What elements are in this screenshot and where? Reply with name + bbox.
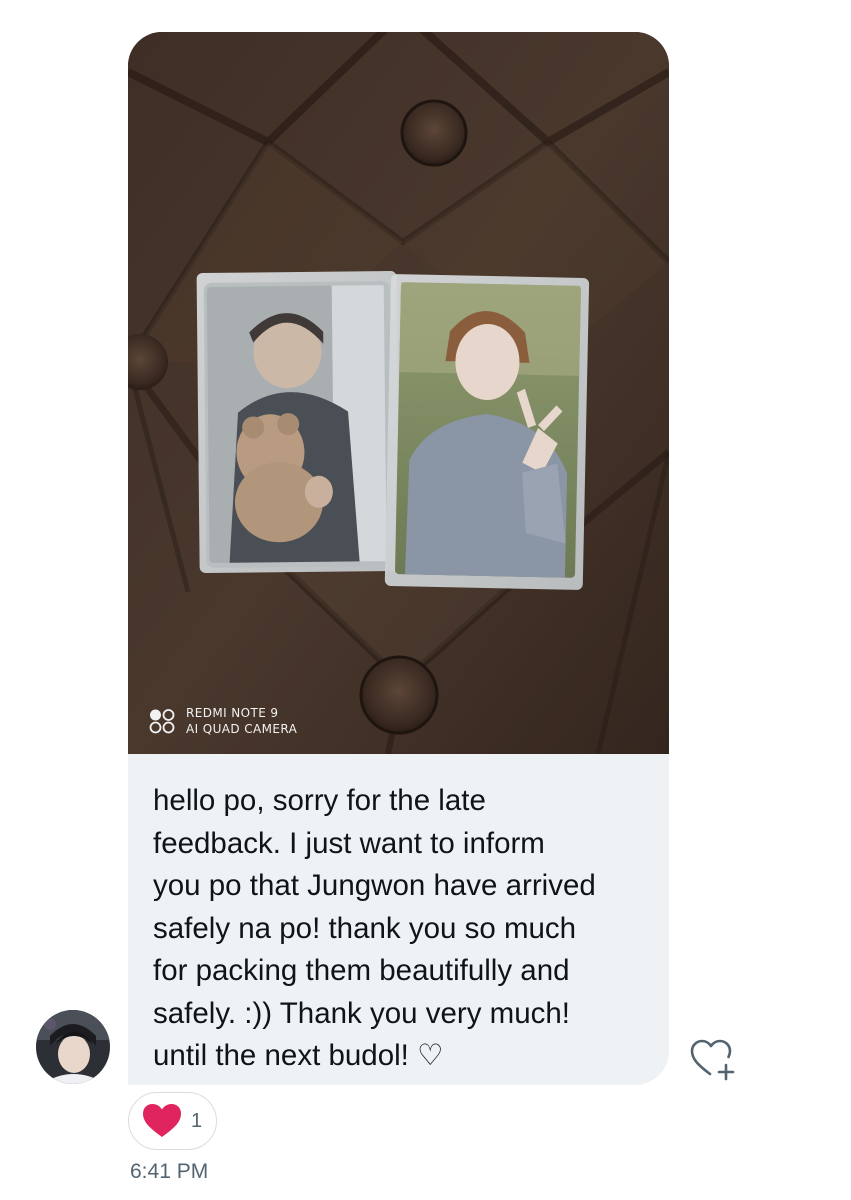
sender-avatar[interactable] (36, 1010, 110, 1084)
message-photo[interactable]: REDMI NOTE 9 AI QUAD CAMERA (128, 32, 669, 754)
reaction-count: 1 (191, 1109, 203, 1132)
reaction-badge[interactable]: 1 (128, 1092, 217, 1150)
message-bubble[interactable]: hello po, sorry for the late feedback. I… (128, 754, 669, 1085)
heart-icon (143, 1104, 181, 1137)
message-timestamp: 6:41 PM (130, 1160, 209, 1183)
photo-image (128, 32, 669, 754)
heart-plus-icon (690, 1039, 735, 1081)
camera-watermark-line2: AI QUAD CAMERA (186, 722, 298, 736)
add-reaction-button[interactable] (688, 1036, 738, 1082)
camera-watermark-line1: REDMI NOTE 9 (186, 706, 279, 720)
camera-lens-icon (148, 707, 176, 735)
camera-watermark: REDMI NOTE 9 AI QUAD CAMERA (148, 706, 297, 736)
message-text: hello po, sorry for the late feedback. I… (153, 784, 596, 1072)
